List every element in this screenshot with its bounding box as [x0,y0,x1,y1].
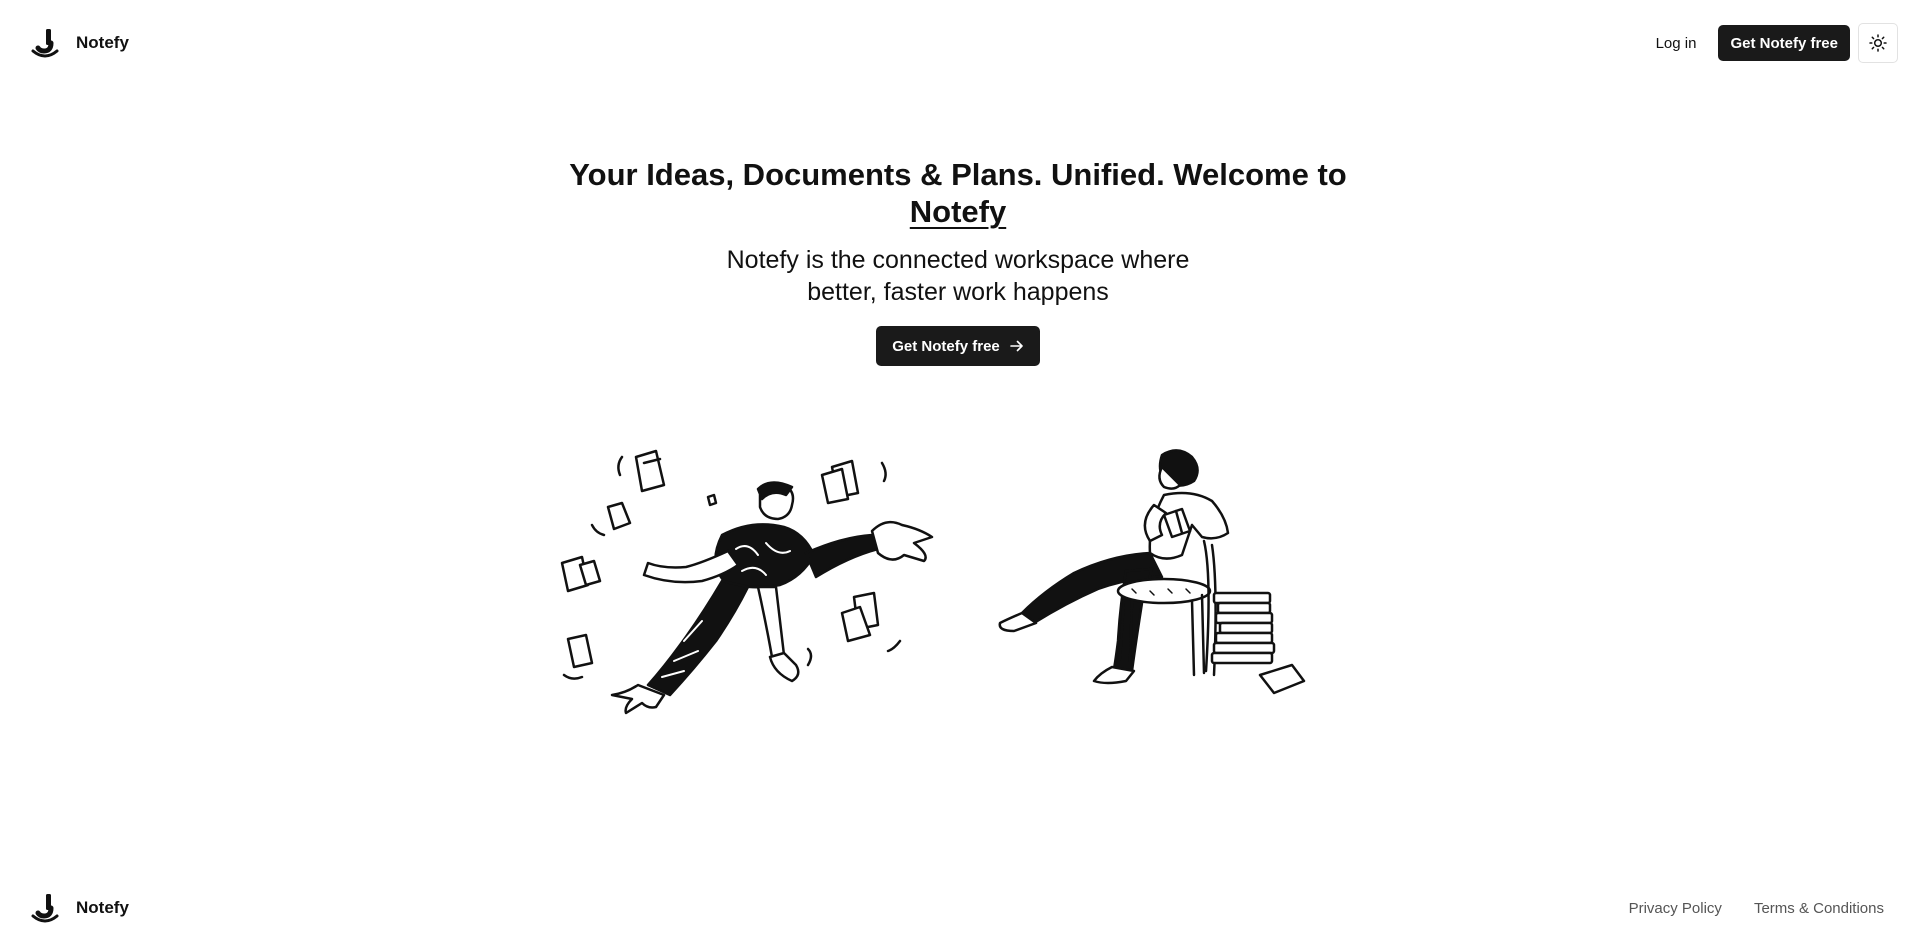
footer-brand-name: Notefy [76,898,129,917]
hero-section: Your Ideas, Documents & Plans. Unified. … [0,156,1916,366]
login-link[interactable]: Log in [1642,25,1711,62]
hero-title-brand: Notefy [909,194,1007,229]
hero-title: Your Ideas, Documents & Plans. Unified. … [558,156,1358,230]
brand-name: Notefy [76,33,129,52]
footer-brand-link[interactable]: Notefy [30,892,129,924]
brand-home-link[interactable]: Notefy [30,27,129,59]
hero-subtitle: Notefy is the connected workspace where … [726,246,1190,306]
juggling-man-illustration [560,449,934,715]
hero-illustrations [552,445,1312,755]
site-footer: Notefy Privacy Policy Terms & Conditions [0,888,1916,928]
site-header: Notefy Log in Get Notefy free [0,0,1916,86]
hero-get-notefy-button[interactable]: Get Notefy free [876,326,1040,366]
notefy-logo-icon [31,29,59,58]
hero-illustration [560,449,1306,715]
footer-links: Privacy Policy Terms & Conditions [1629,900,1884,917]
sun-icon [1869,34,1887,52]
header-get-notefy-label: Get Notefy free [1730,34,1838,52]
header-get-notefy-button[interactable]: Get Notefy free [1718,25,1850,61]
book-stack-illustration [1210,591,1306,695]
arrow-right-icon [1009,340,1023,352]
hero-title-text: Your Ideas, Documents & Plans. Unified. … [569,157,1347,192]
notefy-logo-icon [31,894,59,923]
terms-conditions-link[interactable]: Terms & Conditions [1754,900,1884,917]
reading-woman-illustration [998,449,1306,695]
header-actions: Log in Get Notefy free [1642,23,1898,63]
theme-toggle-button[interactable] [1858,23,1898,63]
privacy-policy-link[interactable]: Privacy Policy [1629,900,1722,917]
hero-get-notefy-label: Get Notefy free [892,337,1000,355]
